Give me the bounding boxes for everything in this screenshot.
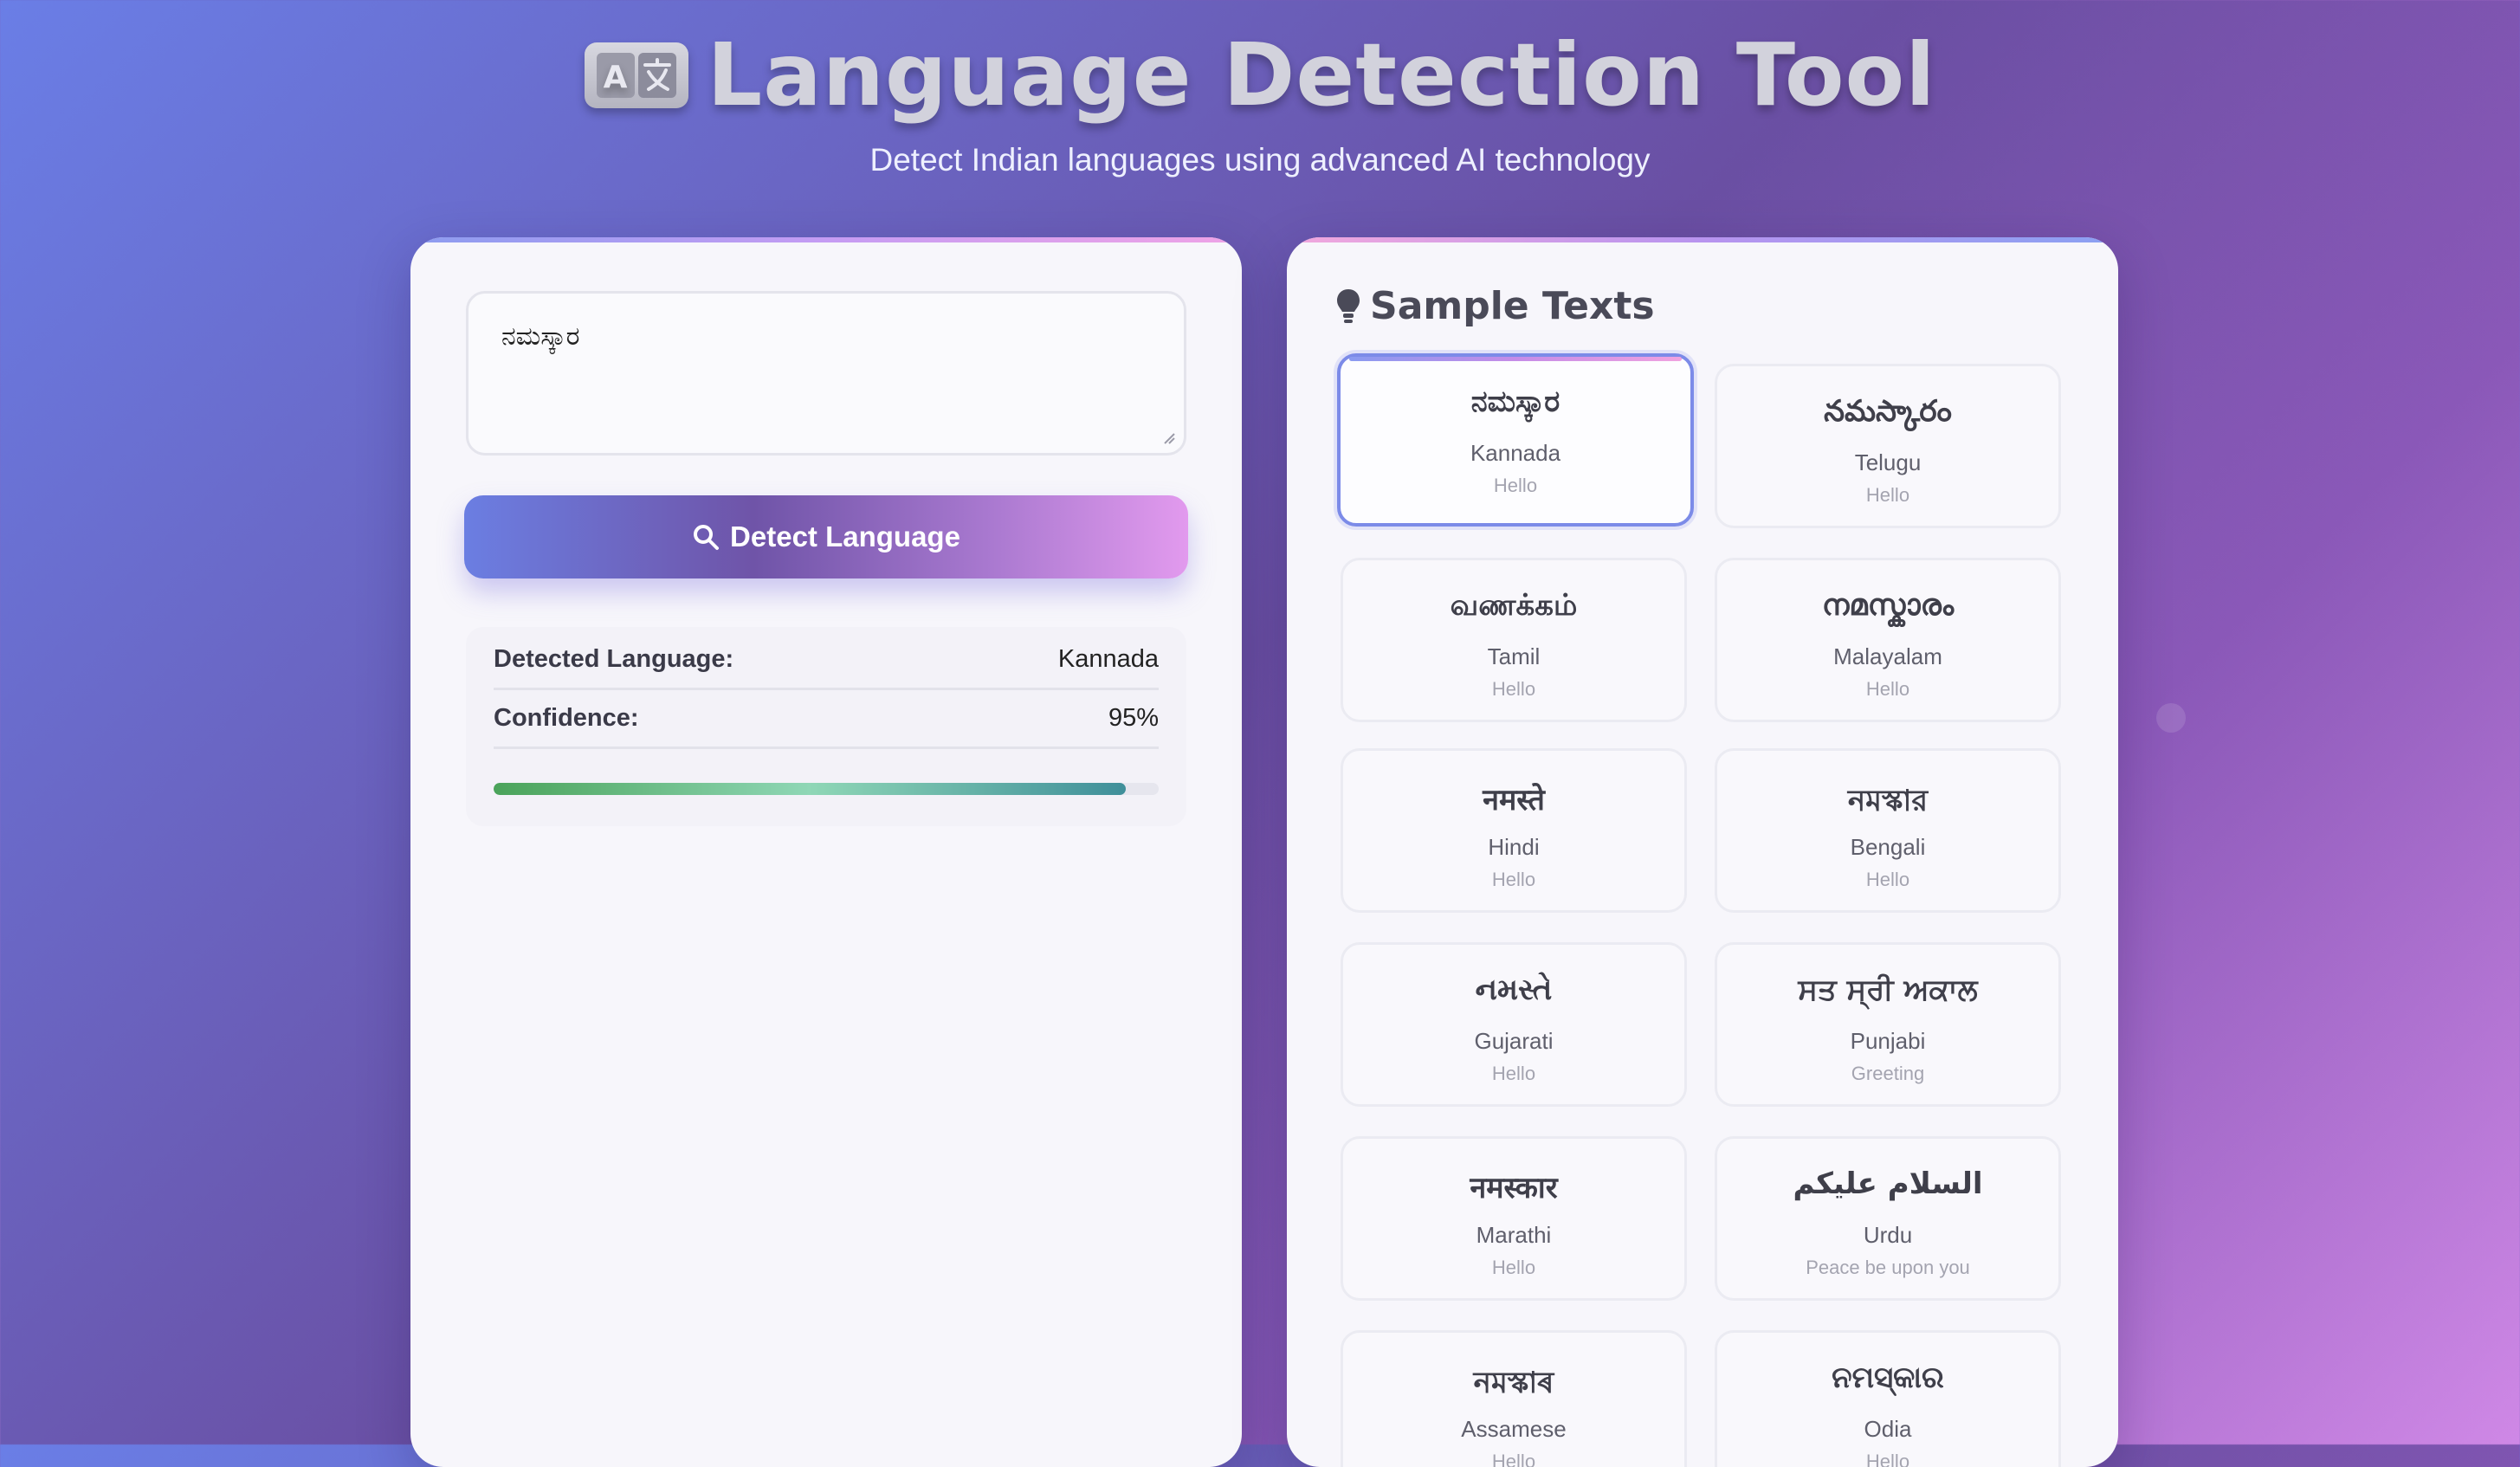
confidence-bar-fill <box>494 783 1126 795</box>
sample-meaning: Hello <box>1491 1063 1536 1084</box>
detected-language-label: Detected Language: <box>494 644 734 673</box>
sample-text: নমস্কাৰ <box>1473 1366 1554 1400</box>
detect-language-button[interactable]: Detect Language <box>464 495 1188 578</box>
sample-text: ਸਤ ਸ੍ਰੀ ਅਕਾਲ <box>1798 973 1978 1007</box>
sample-meaning: Hello <box>1865 678 1910 700</box>
sample-card-gujarati[interactable]: નમસ્તે Gujarati Hello <box>1341 942 1687 1107</box>
sample-card-telugu[interactable]: నమస్కారం Telugu Hello <box>1715 364 2061 528</box>
search-icon <box>694 525 720 550</box>
sample-text: નમસ્તે <box>1475 973 1553 1007</box>
sample-card-malayalam[interactable]: നമസ്കാരം Malayalam Hello <box>1715 558 2061 722</box>
page-subtitle: Detect Indian languages using advanced A… <box>869 142 1651 178</box>
sample-meaning: Hello <box>1491 1257 1536 1278</box>
sample-language: Malayalam <box>1833 643 1942 669</box>
sample-language: Kannada <box>1470 440 1561 466</box>
detected-language-row: Detected Language: Kannada <box>494 630 1159 690</box>
sample-texts-title: Sample Texts <box>1370 284 1655 328</box>
sample-text: নমস্কার <box>1847 784 1929 818</box>
sample-text: नमस्कार <box>1470 1171 1558 1205</box>
sample-meaning: Hello <box>1491 869 1536 890</box>
detect-language-label: Detect Language <box>730 520 960 553</box>
confidence-bar <box>494 783 1159 795</box>
sample-card-tamil[interactable]: வணக்கம் Tamil Hello <box>1341 558 1687 722</box>
detection-panel: ನಮಸ್ಕಾರ Detect Language Detected Languag… <box>410 237 1242 1467</box>
sample-language: Urdu <box>1863 1222 1913 1248</box>
detection-result: Detected Language: Kannada Confidence: 9… <box>466 627 1186 826</box>
sample-text: ନମସ୍କାର <box>1832 1360 1944 1395</box>
sample-texts-heading: Sample Texts <box>1335 284 1655 328</box>
sample-card-urdu[interactable]: السلام علیکم Urdu Peace be upon you <box>1715 1136 2061 1301</box>
sample-meaning: Hello <box>1491 1451 1536 1467</box>
sample-card-odia[interactable]: ନମସ୍କାର Odia Hello <box>1715 1330 2061 1467</box>
sample-language: Punjabi <box>1850 1028 1926 1054</box>
translate-icon: A <box>584 42 688 108</box>
page-title-text: Language Detection Tool <box>707 24 1936 126</box>
resize-handle-icon[interactable] <box>1161 430 1175 444</box>
sample-language: Odia <box>1864 1416 1912 1442</box>
sample-language: Gujarati <box>1474 1028 1554 1054</box>
page-title: A Language Detection Tool <box>0 24 2520 126</box>
sample-card-hindi[interactable]: नमस्ते Hindi Hello <box>1341 748 1687 913</box>
text-input-value: ನಮಸ್ಕಾರ <box>501 321 580 352</box>
sample-text: ನಮಸ್ಕಾರ <box>1470 385 1560 419</box>
sample-card-assamese[interactable]: নমস্কাৰ Assamese Hello <box>1341 1330 1687 1467</box>
sample-text: നമസ്കാരം <box>1821 588 1955 623</box>
sample-meaning: Hello <box>1493 475 1538 496</box>
sample-meaning: Peace be upon you <box>1806 1257 1970 1278</box>
sample-card-bengali[interactable]: নমস্কার Bengali Hello <box>1715 748 2061 913</box>
confidence-row: Confidence: 95% <box>494 689 1159 749</box>
sample-text: வணக்கம் <box>1450 588 1578 623</box>
sample-language: Hindi <box>1488 834 1540 860</box>
sample-language: Bengali <box>1850 834 1926 860</box>
sample-meaning: Hello <box>1865 1451 1910 1467</box>
text-input[interactable]: ನಮಸ್ಕಾರ <box>466 291 1186 456</box>
sample-card-punjabi[interactable]: ਸਤ ਸ੍ਰੀ ਅਕਾਲ Punjabi Greeting <box>1715 942 2061 1107</box>
sample-meaning: Greeting <box>1851 1063 1925 1084</box>
sample-language: Marathi <box>1476 1222 1552 1248</box>
sample-card-kannada[interactable]: ನಮಸ್ಕಾರ Kannada Hello <box>1337 353 1694 527</box>
sample-meaning: Hello <box>1865 869 1910 890</box>
sample-text: నమస్కారం <box>1824 394 1952 429</box>
confidence-label: Confidence: <box>494 703 639 732</box>
sample-text: नमस्ते <box>1483 783 1545 818</box>
detected-language-value: Kannada <box>1057 644 1159 673</box>
sample-texts-panel: Sample Texts ನಮಸ್ಕಾರ Kannada Hello నమస్కారం… <box>1287 237 2118 1467</box>
sample-language: Tamil <box>1487 643 1541 669</box>
lightbulb-icon <box>1337 288 1360 323</box>
confidence-value: 95% <box>1108 703 1159 732</box>
sample-card-marathi[interactable]: नमस्कार Marathi Hello <box>1341 1136 1687 1301</box>
sample-meaning: Hello <box>1491 678 1536 700</box>
sample-language: Telugu <box>1854 449 1922 475</box>
sample-meaning: Hello <box>1865 484 1910 506</box>
svg-text:A: A <box>603 60 628 95</box>
sample-language: Assamese <box>1461 1416 1567 1442</box>
sample-text: السلام علیکم <box>1793 1166 1983 1201</box>
floating-dot <box>2156 703 2186 733</box>
